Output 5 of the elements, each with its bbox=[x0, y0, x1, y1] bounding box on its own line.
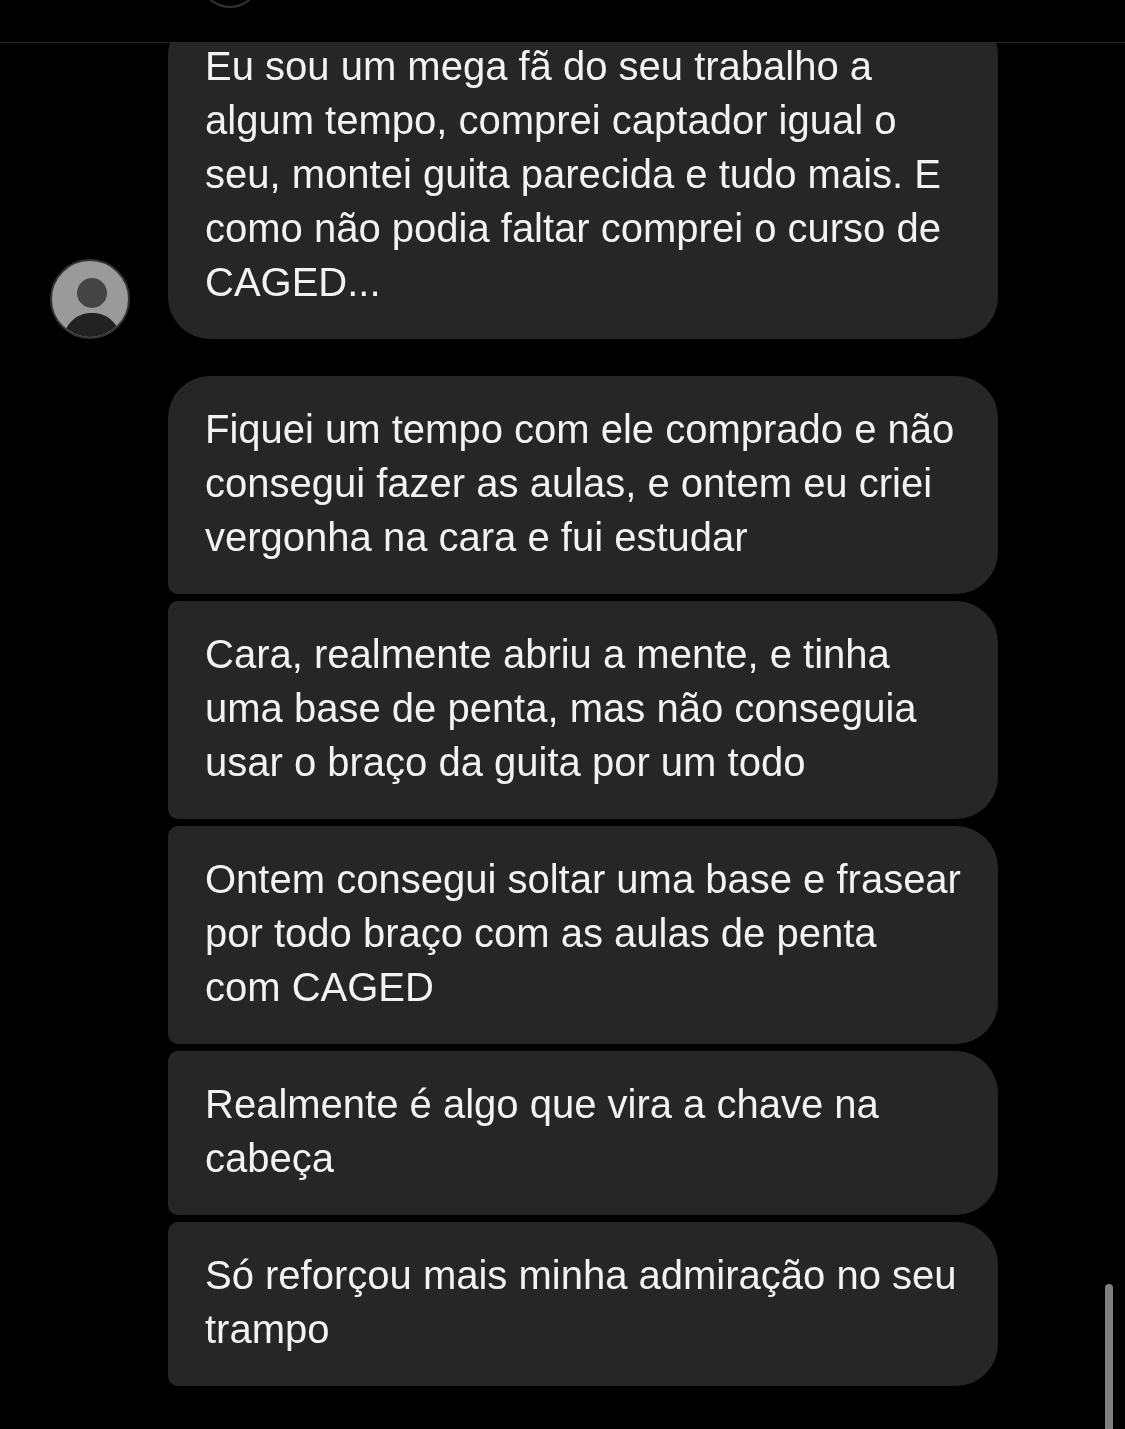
message-bubble: Ontem consegui soltar uma base e frasear por todo braço com as aulas de penta com CAGED bbox=[168, 826, 998, 1044]
message-bubble: Cara, realmente abriu a mente, e tinha uma base de penta, mas não conseguia usar o braço da guita por um todo bbox=[168, 601, 998, 819]
message-bubble: Só reforçou mais minha admiração no seu trampo bbox=[168, 1222, 998, 1386]
message-bubble: Realmente é algo que vira a chave na cabeça bbox=[168, 1051, 998, 1215]
message-bubble: Fiquei um tempo com ele comprado e não consegui fazer as aulas, e ontem eu criei vergonha na cara e fui estudar bbox=[168, 376, 998, 594]
